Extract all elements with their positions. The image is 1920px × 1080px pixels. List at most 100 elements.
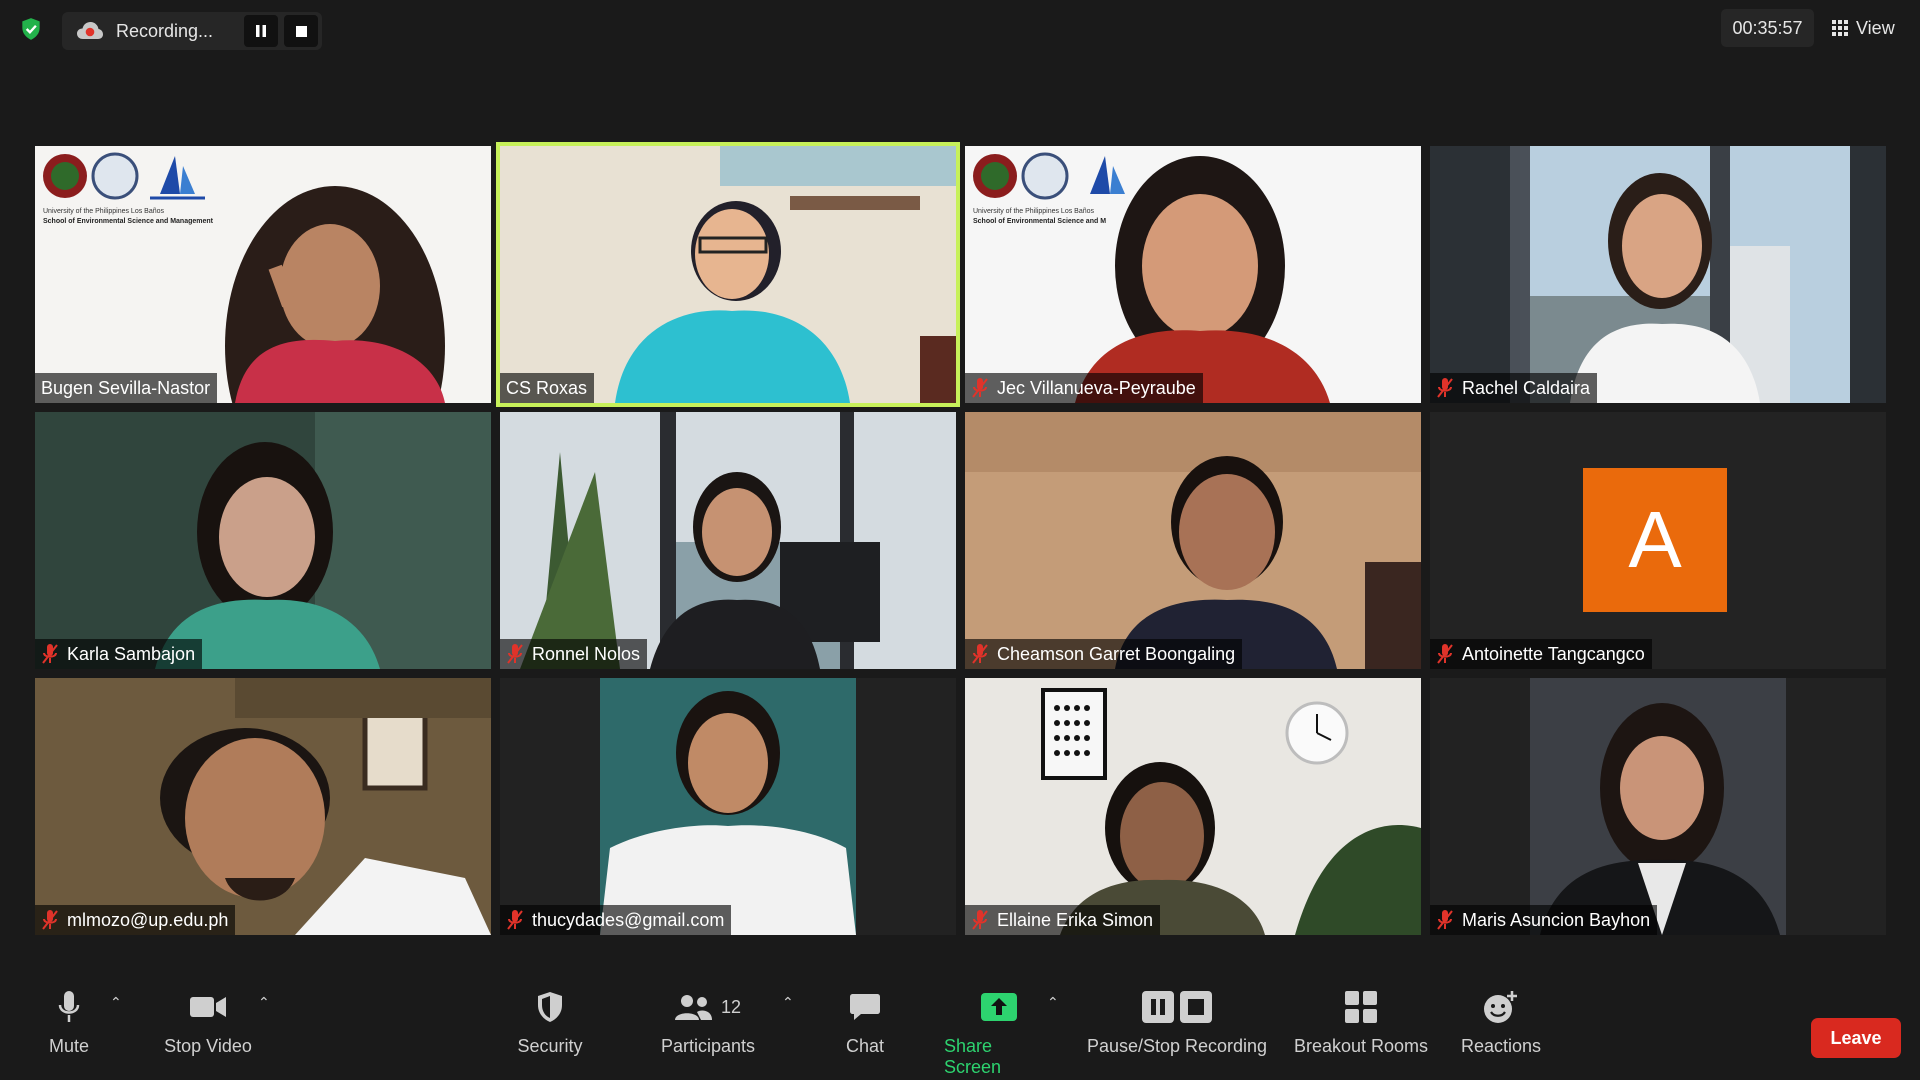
recording-label: Recording... <box>116 21 214 41</box>
participants-count: 12 <box>720 996 742 1017</box>
chat-label: Chat <box>845 1036 885 1056</box>
muted-mic-icon <box>507 910 523 930</box>
logo-caption-line1: University of the Philippines Los Baños <box>43 208 165 215</box>
muted-mic-icon <box>42 910 58 930</box>
participant-name: Cheamson Garret Boongaling <box>997 643 1236 664</box>
video-feed <box>35 412 491 669</box>
participant-tile[interactable]: University of the Philippines Los Baños … <box>965 146 1421 403</box>
audio-options-chevron-icon[interactable]: ⌃ <box>110 994 122 1011</box>
muted-mic-icon <box>972 644 988 664</box>
stop-video-label: Stop Video <box>164 1036 252 1056</box>
participant-tile[interactable]: Maris Asuncion Bayhon <box>1430 678 1886 935</box>
video-camera-icon <box>190 997 226 1017</box>
participant-name-label: thucydades@gmail.com <box>500 905 732 935</box>
avatar: A <box>1583 468 1727 612</box>
recording-indicator: Recording... <box>62 12 322 50</box>
microphone-icon <box>58 991 80 1022</box>
security-label: Security <box>517 1036 583 1056</box>
participant-tile[interactable]: A Antoinette Tangcangco <box>1430 412 1886 669</box>
participant-tile[interactable]: University of the Philippines Los Baños … <box>35 146 491 403</box>
leave-meeting-button[interactable]: Leave <box>1811 1018 1901 1058</box>
grid-view-icon <box>1832 20 1848 36</box>
view-label: View <box>1856 17 1895 38</box>
video-feed <box>1430 146 1886 403</box>
video-feed <box>1430 678 1886 935</box>
participants-button[interactable]: 12 Participants <box>655 986 761 1057</box>
chat-button[interactable]: Chat <box>840 986 890 1057</box>
mute-button[interactable]: Mute <box>42 986 96 1057</box>
top-bar: Recording... 00:35:57 View <box>0 0 1920 64</box>
meeting-timer: 00:35:57 <box>1721 9 1814 47</box>
share-screen-button[interactable]: Share Screen <box>944 986 1054 1078</box>
logo-caption-line2: School of Environmental Science and Mana… <box>43 218 213 225</box>
breakout-rooms-button[interactable]: Breakout Rooms <box>1291 986 1431 1057</box>
participant-name-label: Maris Asuncion Bayhon <box>1430 905 1658 935</box>
participant-tile[interactable]: mlmozo@up.edu.ph <box>35 678 491 935</box>
participant-name: Antoinette Tangcangco <box>1462 643 1645 664</box>
logo-caption-line1: University of the Philippines Los Baños <box>973 208 1095 215</box>
reactions-emoji-icon <box>1484 991 1517 1023</box>
video-feed <box>965 412 1421 669</box>
participant-name: Karla Sambajon <box>67 643 196 664</box>
participant-tile[interactable]: Cheamson Garret Boongaling <box>965 412 1421 669</box>
participant-name: Bugen Sevilla-Nastor <box>41 377 211 398</box>
participant-name-label: Bugen Sevilla-Nastor <box>35 373 218 403</box>
participant-name: Maris Asuncion Bayhon <box>1462 909 1651 930</box>
participant-name-label: Jec Villanueva-Peyraube <box>965 373 1203 403</box>
video-feed <box>500 412 956 669</box>
muted-mic-icon <box>972 910 988 930</box>
participant-tile-active-speaker[interactable]: CS Roxas <box>496 142 960 407</box>
participant-name-label: mlmozo@up.edu.ph <box>35 905 236 935</box>
pause-recording-button[interactable] <box>244 15 278 47</box>
participant-name-label: CS Roxas <box>500 373 595 403</box>
participants-options-chevron-icon[interactable]: ⌃ <box>782 994 794 1011</box>
stop-recording-button[interactable] <box>284 15 318 47</box>
organization-logo: University of the Philippines Los Baños … <box>965 146 1225 236</box>
view-button[interactable]: View <box>1832 10 1895 46</box>
video-feed <box>500 678 956 935</box>
participant-name-label: Cheamson Garret Boongaling <box>965 639 1243 669</box>
chat-bubble-icon <box>850 994 880 1020</box>
video-options-chevron-icon[interactable]: ⌃ <box>258 994 270 1011</box>
breakout-rooms-icon <box>1345 991 1377 1023</box>
participant-name: Rachel Caldaira <box>1462 377 1591 398</box>
participant-tile[interactable]: Ellaine Erika Simon <box>965 678 1421 935</box>
participant-tile[interactable]: Ronnel Nolos <box>500 412 956 669</box>
participants-label: Participants <box>660 1036 756 1056</box>
stop-icon <box>295 25 307 37</box>
participant-name: Ronnel Nolos <box>532 643 641 664</box>
pause-stop-recording-label: Pause/Stop Recording <box>1086 1036 1268 1056</box>
participant-name-label: Ronnel Nolos <box>500 639 648 669</box>
pause-stop-recording-icon <box>1142 991 1212 1023</box>
participants-icon <box>674 995 712 1020</box>
muted-mic-icon <box>972 378 988 398</box>
participant-name: CS Roxas <box>506 377 588 398</box>
participant-tile[interactable]: Rachel Caldaira <box>1430 146 1886 403</box>
security-button[interactable]: Security <box>512 986 588 1057</box>
cloud-recording-icon <box>77 22 103 39</box>
share-screen-icon <box>981 993 1017 1021</box>
stop-video-button[interactable]: Stop Video <box>160 986 256 1057</box>
participant-name-label: Antoinette Tangcangco <box>1430 639 1652 669</box>
participant-name: Ellaine Erika Simon <box>997 909 1154 930</box>
mute-label: Mute <box>48 1036 90 1056</box>
encryption-shield-icon[interactable] <box>18 16 44 42</box>
participant-name-label: Rachel Caldaira <box>1430 373 1598 403</box>
muted-mic-icon <box>1437 378 1453 398</box>
muted-mic-icon <box>1437 644 1453 664</box>
meeting-toolbar: Mute ⌃ Stop Video ⌃ Security 12 Particip… <box>0 980 1920 1080</box>
reactions-button[interactable]: Reactions <box>1458 986 1544 1057</box>
breakout-rooms-label: Breakout Rooms <box>1293 1036 1429 1056</box>
video-feed <box>35 678 491 935</box>
share-options-chevron-icon[interactable]: ⌃ <box>1047 994 1059 1011</box>
muted-mic-icon <box>507 644 523 664</box>
security-shield-icon <box>538 992 562 1022</box>
participant-tile[interactable]: Karla Sambajon <box>35 412 491 669</box>
participant-name: mlmozo@up.edu.ph <box>67 909 229 930</box>
pause-stop-recording-button[interactable]: Pause/Stop Recording <box>1085 986 1269 1057</box>
share-screen-label: Share Screen <box>944 1036 1002 1077</box>
participant-tile[interactable]: thucydades@gmail.com <box>500 678 956 935</box>
participant-name: Jec Villanueva-Peyraube <box>997 377 1196 398</box>
participant-name-label: Karla Sambajon <box>35 639 203 669</box>
muted-mic-icon <box>1437 910 1453 930</box>
